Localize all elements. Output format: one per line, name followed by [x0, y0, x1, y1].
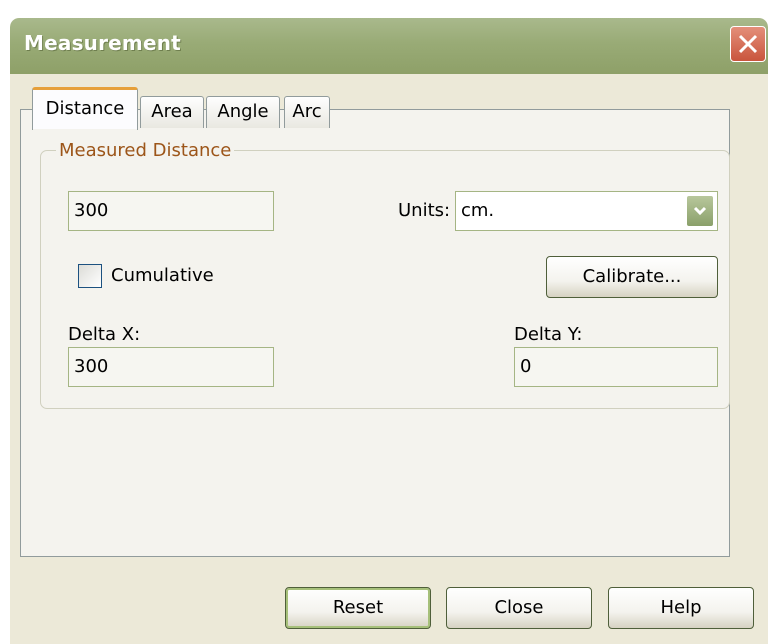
units-dropdown-button[interactable]	[686, 195, 714, 227]
tab-angle[interactable]: Angle	[206, 96, 280, 128]
tab-arc-label: Arc	[292, 101, 322, 122]
title-bar[interactable]: Measurement	[10, 18, 768, 74]
delta-y-label: Delta Y:	[514, 324, 583, 345]
tab-area-label: Area	[151, 101, 193, 122]
help-button[interactable]: Help	[608, 587, 754, 629]
close-window-button[interactable]	[730, 26, 766, 62]
group-title: Measured Distance	[56, 140, 235, 161]
window-title: Measurement	[24, 31, 181, 55]
delta-x-label: Delta X:	[68, 324, 141, 345]
cumulative-label[interactable]: Cumulative	[111, 265, 214, 286]
tab-distance[interactable]: Distance	[32, 87, 138, 132]
tab-arc[interactable]: Arc	[284, 96, 330, 128]
delta-y-field: 0	[514, 347, 718, 387]
close-icon	[738, 34, 758, 54]
units-value: cm.	[461, 200, 495, 221]
units-select[interactable]: cm.	[455, 191, 718, 231]
tab-angle-label: Angle	[217, 101, 269, 122]
tab-distance-label: Distance	[45, 98, 125, 119]
chevron-down-icon	[693, 206, 707, 216]
units-label: Units:	[398, 200, 451, 221]
distance-value-field: 300	[68, 191, 274, 231]
tab-area[interactable]: Area	[140, 96, 204, 128]
delta-x-field: 300	[68, 347, 274, 387]
close-button[interactable]: Close	[446, 587, 592, 629]
cumulative-checkbox[interactable]	[78, 264, 102, 288]
calibrate-button[interactable]: Calibrate...	[546, 256, 718, 298]
reset-button[interactable]: Reset	[285, 587, 431, 629]
